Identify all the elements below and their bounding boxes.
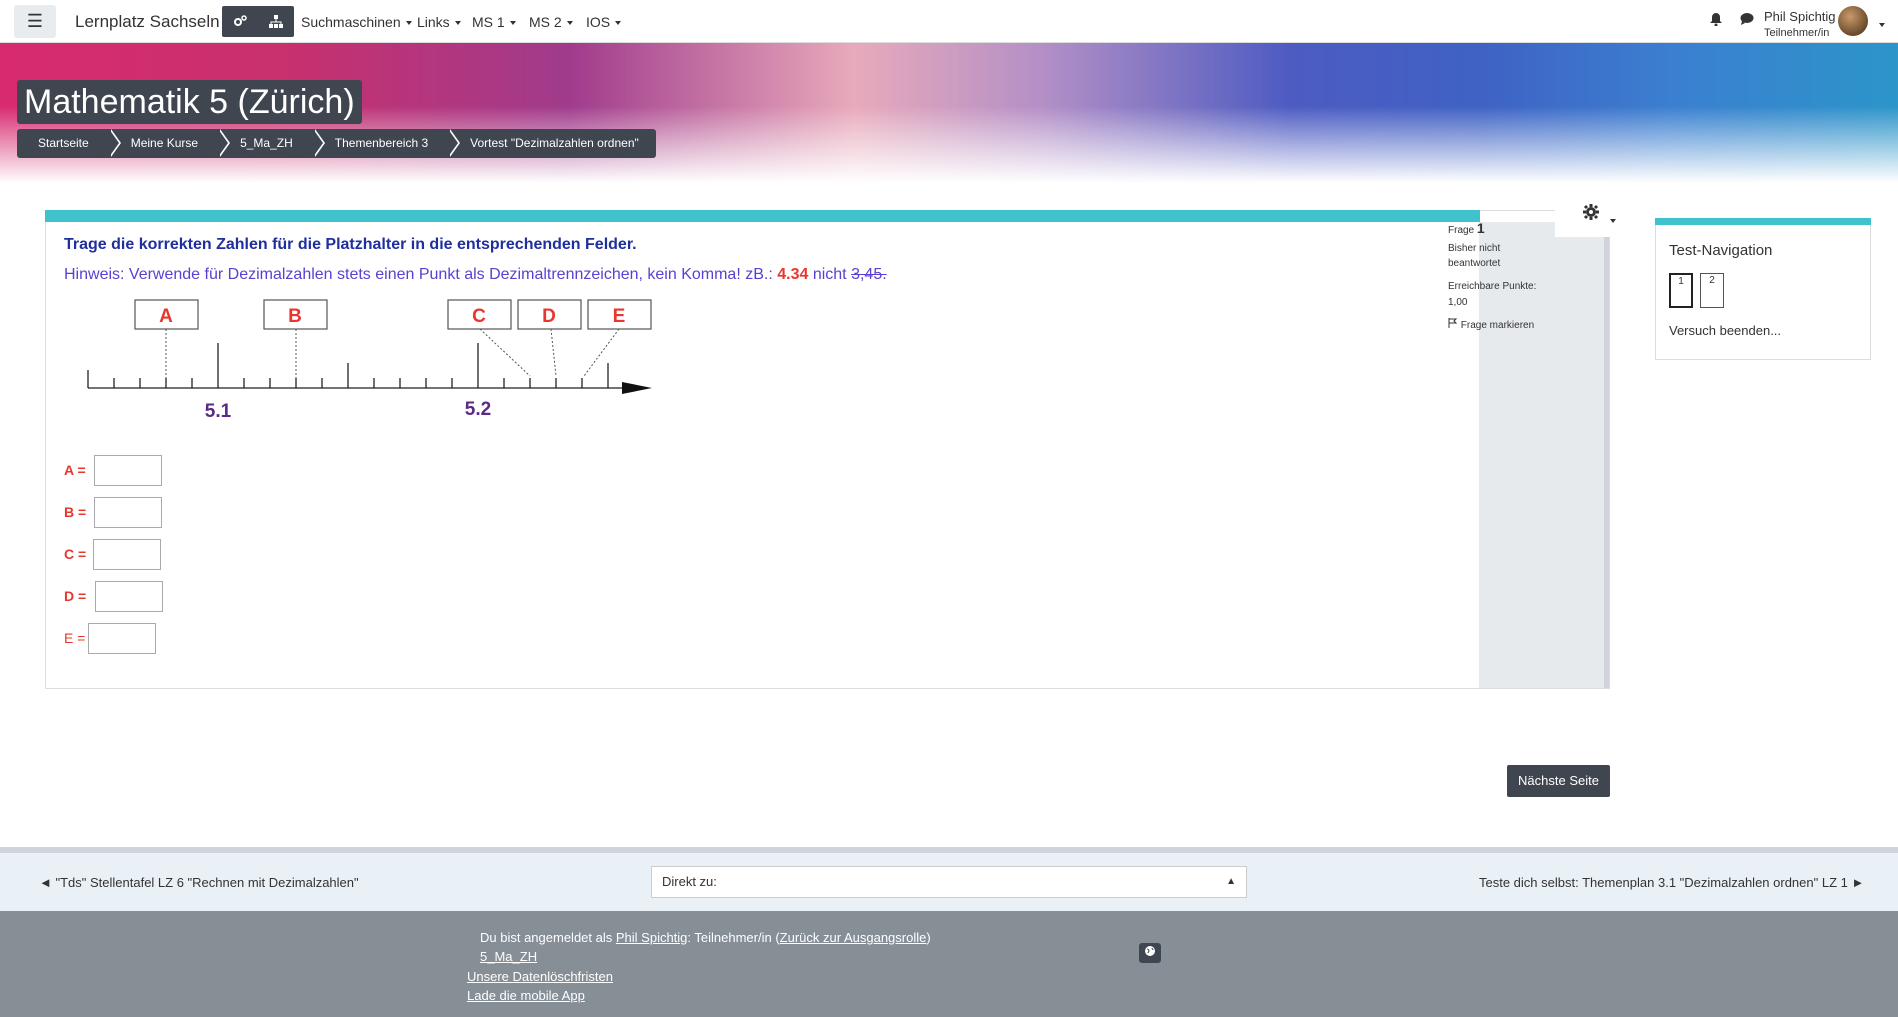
next-activity-link[interactable]: Teste dich selbst: Themenplan 3.1 "Dezim… xyxy=(1479,875,1864,890)
field-label-d: D = xyxy=(64,588,87,604)
chevron-down-icon[interactable] xyxy=(1605,212,1616,230)
role-text: : Teilnehmer/in ( xyxy=(687,930,780,945)
question-info-border xyxy=(1604,236,1609,688)
question-number-value: 1 xyxy=(1476,220,1485,236)
number-line-axis xyxy=(87,343,640,389)
field-label-c: C = xyxy=(64,546,87,562)
answer-input-e[interactable] xyxy=(88,623,156,654)
box-label-d: D xyxy=(542,306,556,327)
question-label: Frage xyxy=(1448,225,1475,236)
breadcrumb-item[interactable]: Themenbereich 3 xyxy=(312,129,461,158)
user-role: Teilnehmer/in xyxy=(1764,27,1830,39)
sitemap-icon[interactable] xyxy=(258,6,294,37)
user-profile-link[interactable]: Phil Spichtig xyxy=(616,930,688,945)
test-navigation-title: Test-Navigation xyxy=(1669,242,1773,259)
footer-app-link-row: Lade die mobile App xyxy=(467,988,585,1003)
box-label-a: A xyxy=(159,306,173,327)
data-retention-link[interactable]: Unsere Datenlöschfristen xyxy=(467,969,613,984)
icon-button-group xyxy=(222,6,294,37)
tick-label-5-2: 5.2 xyxy=(465,399,491,420)
chat-icon[interactable] xyxy=(1740,12,1754,28)
hint-good-example: 4.34 xyxy=(777,266,809,283)
page-title: Mathematik 5 (Zürich) xyxy=(17,80,362,124)
page-footer xyxy=(0,911,1898,1017)
number-line-boxes xyxy=(134,299,652,330)
field-label-e: E = xyxy=(64,630,86,646)
hint-mid: nicht xyxy=(812,266,847,283)
question-hint: Hinweis: Verwende für Dezimalzahlen stet… xyxy=(64,266,887,284)
role-close: ) xyxy=(926,930,931,945)
menu-ms2[interactable]: MS 2 xyxy=(529,14,573,30)
globe-icon[interactable] xyxy=(1139,943,1161,963)
footer-course-link-row: 5_Ma_ZH xyxy=(480,949,537,964)
menu-ms1[interactable]: MS 1 xyxy=(472,14,516,30)
logged-in-info: Du bist angemeldet als Phil Spichtig: Te… xyxy=(480,930,931,945)
number-line-figure: A B C D E 5.1 5.2 xyxy=(87,299,652,422)
answer-input-b[interactable] xyxy=(94,497,162,528)
breadcrumb-item[interactable]: Vortest "Dezimalzahlen ordnen" xyxy=(448,129,656,158)
bell-icon[interactable] xyxy=(1710,12,1722,29)
finish-attempt-link[interactable]: Versuch beenden... xyxy=(1669,323,1781,338)
question-text: Trage die korrekten Zahlen für die Platz… xyxy=(64,236,637,253)
points-label: Erreichbare Punkte: xyxy=(1448,281,1537,292)
next-page-button[interactable]: Nächste Seite xyxy=(1507,765,1610,797)
breadcrumb-item[interactable]: 5_Ma_ZH xyxy=(218,129,325,158)
question-state: Bisher nicht beantwortet xyxy=(1448,243,1501,269)
menu-ios[interactable]: IOS xyxy=(586,14,621,30)
menu-suchmaschinen[interactable]: Suchmaschinen xyxy=(301,14,412,30)
answer-input-d[interactable] xyxy=(95,581,163,612)
question-number: Frage 1 xyxy=(1448,220,1485,236)
avatar[interactable] xyxy=(1838,6,1868,36)
answer-input-a[interactable] xyxy=(94,455,162,486)
breadcrumb-item[interactable]: Startseite xyxy=(17,129,121,158)
footer-data-link-row: Unsere Datenlöschfristen xyxy=(467,969,613,984)
previous-activity-link[interactable]: ◄ "Tds" Stellentafel LZ 6 "Rechnen mit D… xyxy=(39,875,359,890)
tick-label-5-1: 5.1 xyxy=(205,401,232,422)
cogs-icon[interactable] xyxy=(222,6,258,37)
user-name[interactable]: Phil Spichtig xyxy=(1764,9,1836,24)
flag-label: Frage markieren xyxy=(1460,320,1535,331)
jump-to-select[interactable]: Direkt zu: ▲ xyxy=(651,866,1247,898)
question-points: Erreichbare Punkte: 1,00 xyxy=(1448,279,1548,311)
answer-input-c[interactable] xyxy=(93,539,161,570)
hint-prefix: Hinweis: Verwende für Dezimalzahlen stet… xyxy=(64,266,773,283)
quiz-nav-question-2[interactable]: 2 xyxy=(1700,273,1724,308)
course-link[interactable]: 5_Ma_ZH xyxy=(480,949,537,964)
mobile-app-link[interactable]: Lade die mobile App xyxy=(467,988,585,1003)
select-arrows-icon: ▲ xyxy=(1226,876,1236,887)
menu-links[interactable]: Links xyxy=(417,14,461,30)
flag-question-link[interactable]: Frage markieren xyxy=(1448,318,1534,331)
hint-bad-example: 3,45. xyxy=(851,266,887,283)
field-label-b: B = xyxy=(64,504,87,520)
question-top-bar xyxy=(45,210,1480,222)
site-name[interactable]: Lernplatz Sachseln xyxy=(75,12,220,32)
breadcrumb: Startseite Meine Kurse 5_Ma_ZH Themenber… xyxy=(17,129,656,158)
arrow-head xyxy=(622,382,652,394)
box-label-e: E xyxy=(613,306,626,327)
chevron-down-icon[interactable] xyxy=(1874,16,1885,34)
hamburger-icon[interactable]: ☰ xyxy=(14,5,56,38)
breadcrumb-item[interactable]: Meine Kurse xyxy=(108,129,231,158)
top-navbar: ☰ Lernplatz Sachseln Suchmaschinen Links… xyxy=(0,0,1898,43)
jump-to-label: Direkt zu: xyxy=(662,874,717,889)
quiz-nav-question-1[interactable]: 1 xyxy=(1669,273,1693,308)
box-label-c: C xyxy=(472,306,486,327)
return-role-link[interactable]: Zurück zur Ausgangsrolle xyxy=(780,930,927,945)
test-navigation-top-bar xyxy=(1655,218,1871,225)
logged-in-prefix: Du bist angemeldet als xyxy=(480,930,613,945)
points-value: 1,00 xyxy=(1448,297,1468,308)
flag-icon xyxy=(1448,318,1458,331)
box-label-b: B xyxy=(288,306,302,327)
gear-icon[interactable] xyxy=(1582,203,1600,227)
field-label-a: A = xyxy=(64,462,86,478)
